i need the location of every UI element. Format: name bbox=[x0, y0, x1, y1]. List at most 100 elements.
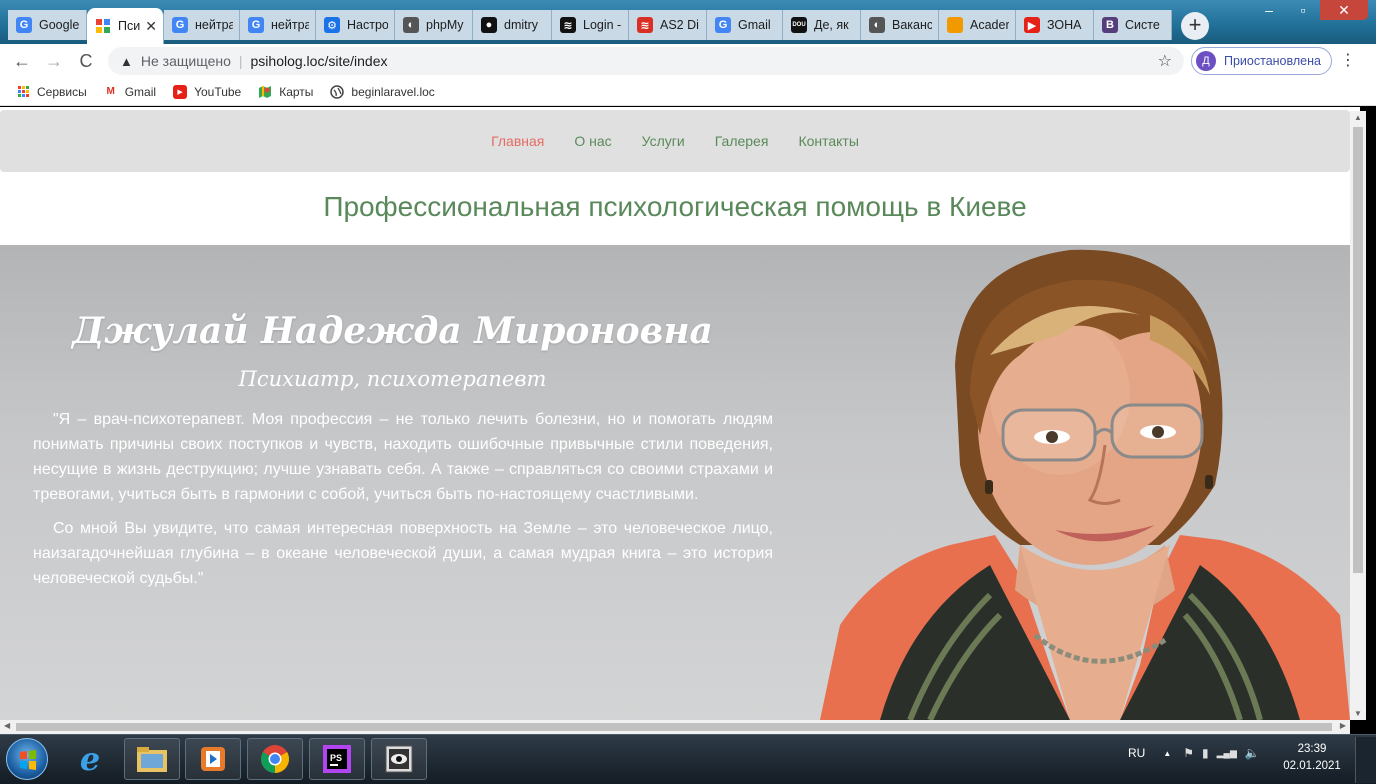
nav-link-services[interactable]: Услуги bbox=[642, 133, 685, 149]
scroll-right-arrow-icon[interactable]: ▶ bbox=[1340, 721, 1346, 730]
vertical-scrollbar[interactable]: ▲ ▼ bbox=[1350, 111, 1366, 720]
google-docs-icon: G bbox=[16, 17, 32, 33]
browser-tab[interactable]: ≋ AS2 Di bbox=[629, 10, 707, 40]
tray-expand-icon[interactable]: ▲ bbox=[1163, 749, 1171, 758]
maps-icon bbox=[258, 85, 272, 99]
browser-tab[interactable]: ◐ phpMy bbox=[395, 10, 473, 40]
reload-button[interactable]: C bbox=[70, 51, 102, 72]
tab-title: нейтра bbox=[271, 18, 309, 32]
browser-tab[interactable]: ▶ ЗОНА bbox=[1016, 10, 1094, 40]
youtube-icon: ▶ bbox=[1024, 17, 1040, 33]
browser-toolbar: ← → C ▲ Не защищено | psiholog.loc/site/… bbox=[0, 44, 1376, 78]
bookmark-maps[interactable]: Карты bbox=[258, 85, 313, 99]
bookmark-youtube[interactable]: ▶ YouTube bbox=[173, 84, 241, 99]
network-icon[interactable]: ▂▄▆ bbox=[1217, 748, 1237, 759]
bootstrap-icon: B bbox=[1102, 17, 1118, 33]
browser-tab[interactable]: G Google bbox=[8, 10, 87, 40]
flag-icon[interactable]: ⚑ bbox=[1183, 746, 1194, 760]
scroll-left-arrow-icon[interactable]: ◀ bbox=[4, 721, 10, 730]
browser-tab[interactable]: B Систе bbox=[1094, 10, 1172, 40]
tab-title: Пси bbox=[118, 19, 141, 33]
youtube-icon: ▶ bbox=[173, 84, 188, 99]
bookmark-beginlaravel[interactable]: beginlaravel.loc bbox=[330, 84, 435, 99]
show-desktop-button[interactable] bbox=[1355, 737, 1376, 783]
bookmark-apps[interactable]: Сервисы bbox=[16, 85, 87, 99]
file-explorer-icon[interactable] bbox=[124, 738, 180, 780]
browser-tab[interactable]: Gнейтра bbox=[240, 10, 316, 40]
browser-tab[interactable]: G Gmail bbox=[707, 10, 783, 40]
close-window-button[interactable]: ✕ bbox=[1320, 0, 1368, 20]
start-button[interactable] bbox=[6, 738, 48, 780]
battery-icon[interactable]: ▮ bbox=[1202, 746, 1209, 760]
chrome-icon[interactable] bbox=[247, 738, 303, 780]
volume-icon[interactable]: 🔈 bbox=[1245, 746, 1260, 760]
horizontal-scroll-thumb[interactable] bbox=[16, 723, 1332, 731]
screenshot-app-icon[interactable] bbox=[371, 738, 427, 780]
browser-tab[interactable]: ≋ Login - bbox=[552, 10, 629, 40]
forward-button[interactable]: → bbox=[38, 51, 70, 72]
menu-kebab-icon[interactable]: ⋮ bbox=[1340, 50, 1356, 70]
bookmark-gmail[interactable]: M Gmail bbox=[104, 84, 157, 99]
nav-link-gallery[interactable]: Галерея bbox=[715, 133, 769, 149]
back-button[interactable]: ← bbox=[6, 51, 38, 72]
browser-tab[interactable]: ◐ Ваканс bbox=[861, 10, 939, 40]
gear-icon: ⚙ bbox=[324, 17, 340, 33]
maximize-button[interactable]: ▫ bbox=[1286, 0, 1320, 20]
as-logo-icon: ≋ bbox=[637, 17, 653, 33]
bookmark-star-icon[interactable]: ☆ bbox=[1158, 51, 1172, 71]
nav-link-about[interactable]: О нас bbox=[574, 133, 611, 149]
browser-tab[interactable]: Acader bbox=[939, 10, 1016, 40]
tab-title: phpMy bbox=[426, 18, 464, 32]
gmail-icon: M bbox=[106, 86, 115, 97]
windows-taskbar: e PS RU ▲ ⚑ ▮ ▂▄▆ 🔈 23:39 02.01.2021 bbox=[0, 734, 1376, 784]
warning-icon[interactable]: ▲ bbox=[120, 54, 133, 69]
nav-link-home[interactable]: Главная bbox=[491, 133, 544, 149]
url-text[interactable]: psiholog.loc/site/index bbox=[251, 53, 388, 69]
clock-time: 23:39 bbox=[1297, 743, 1327, 755]
svg-text:PS: PS bbox=[330, 753, 342, 763]
minimize-button[interactable]: – bbox=[1252, 0, 1286, 20]
media-player-icon[interactable] bbox=[185, 738, 241, 780]
security-status[interactable]: Не защищено bbox=[141, 53, 231, 69]
google-icon: G bbox=[248, 17, 264, 33]
google-icon: G bbox=[715, 17, 731, 33]
window-controls: – ▫ ✕ bbox=[1252, 0, 1368, 20]
vertical-scroll-thumb[interactable] bbox=[1353, 127, 1363, 573]
browser-tab[interactable]: ● dmitry bbox=[473, 10, 552, 40]
tab-title: AS2 Di bbox=[660, 18, 699, 32]
horizontal-scrollbar[interactable]: ◀ ▶ bbox=[0, 720, 1350, 734]
scroll-down-arrow-icon[interactable]: ▼ bbox=[1354, 709, 1362, 718]
profile-button[interactable]: Д Приостановлена bbox=[1191, 47, 1332, 75]
address-bar[interactable]: ▲ Не защищено | psiholog.loc/site/index … bbox=[108, 47, 1184, 75]
new-tab-button[interactable]: + bbox=[1181, 12, 1209, 40]
profile-status: Приостановлена bbox=[1224, 54, 1321, 68]
tab-title: Настро bbox=[347, 18, 388, 32]
browser-tab[interactable]: Gнейтра bbox=[164, 10, 240, 40]
tab-title: Ваканс bbox=[892, 18, 932, 32]
tab-title: ЗОНА bbox=[1047, 18, 1082, 32]
browser-tab[interactable]: Пси ✕ bbox=[87, 8, 164, 44]
tab-title: Де, як bbox=[814, 18, 849, 32]
omnibox-divider: | bbox=[238, 53, 243, 69]
bookmark-label: beginlaravel.loc bbox=[351, 84, 435, 99]
globe-icon bbox=[330, 84, 345, 99]
doctor-role: Психиатр, психотерапевт bbox=[238, 367, 547, 391]
browser-tab[interactable]: DOU Де, як bbox=[783, 10, 861, 40]
browser-tab[interactable]: ⚙ Настро bbox=[316, 10, 395, 40]
scroll-up-arrow-icon[interactable]: ▲ bbox=[1354, 113, 1362, 122]
phpstorm-icon[interactable]: PS bbox=[309, 738, 365, 780]
language-indicator[interactable]: RU bbox=[1128, 746, 1145, 760]
doctor-portrait bbox=[820, 249, 1350, 720]
tab-title: dmitry bbox=[504, 18, 539, 32]
bookmark-label: Gmail bbox=[124, 84, 157, 99]
hero-paragraph: Со мной Вы увидите, что самая интересная… bbox=[33, 520, 773, 587]
system-clock[interactable]: 23:39 02.01.2021 bbox=[1280, 741, 1344, 775]
tab-title: Login - bbox=[583, 18, 622, 32]
tab-strip: + – ▫ ✕ G Google Пси ✕ Gнейтра Gнейтра ⚙ Настро… bbox=[0, 0, 1376, 44]
tab-title: Систе bbox=[1125, 18, 1160, 32]
site-favicon-icon bbox=[95, 18, 111, 34]
hero-paragraph: "Я – врач-психотерапевт. Моя профессия –… bbox=[33, 411, 773, 503]
close-tab-icon[interactable]: ✕ bbox=[145, 18, 157, 35]
nav-link-contacts[interactable]: Контакты bbox=[798, 133, 858, 149]
internet-explorer-icon[interactable]: e bbox=[62, 738, 118, 780]
